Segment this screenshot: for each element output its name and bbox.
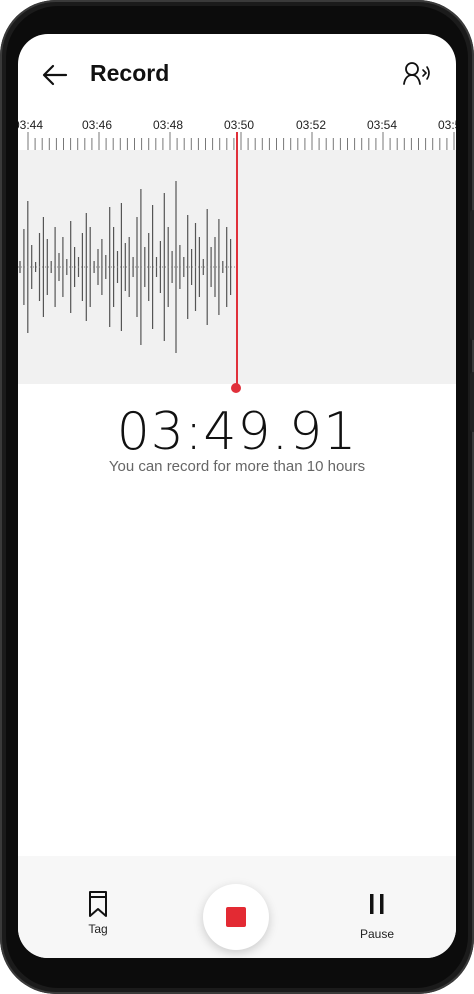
pause-button[interactable]: Pause (354, 890, 400, 941)
speaker-person-icon[interactable] (402, 60, 434, 90)
time-label: 03:54 (366, 118, 398, 132)
tag-button[interactable]: Tag (76, 890, 120, 936)
app-header: Record (18, 34, 456, 114)
recorder-screen: Record 03:44 03:46 03:48 03:50 03:52 03:… (18, 34, 456, 958)
stop-button[interactable] (203, 884, 269, 950)
time-label: 03:46 (81, 118, 113, 132)
stop-icon (226, 907, 246, 927)
elapsed-time: 03:49.91 (116, 402, 358, 462)
pause-icon (370, 894, 384, 914)
power-button (470, 372, 474, 432)
time-label: 03:56 (437, 118, 456, 132)
tag-label: Tag (88, 922, 108, 936)
pause-label: Pause (359, 927, 395, 941)
control-bar: Tag Pause (18, 856, 456, 958)
playhead-handle[interactable] (231, 383, 241, 393)
time-label: 03:52 (295, 118, 327, 132)
volume-button (470, 210, 474, 340)
time-label: 03:50 (223, 118, 255, 132)
time-label: 03:44 (18, 118, 44, 132)
time-label: 03:48 (152, 118, 184, 132)
bookmark-icon (89, 891, 107, 917)
arrow-left-icon[interactable] (40, 60, 70, 90)
playhead-line (236, 132, 238, 386)
page-title: Record (90, 60, 170, 86)
record-duration-hint: You can record for more than 10 hours (108, 458, 366, 475)
